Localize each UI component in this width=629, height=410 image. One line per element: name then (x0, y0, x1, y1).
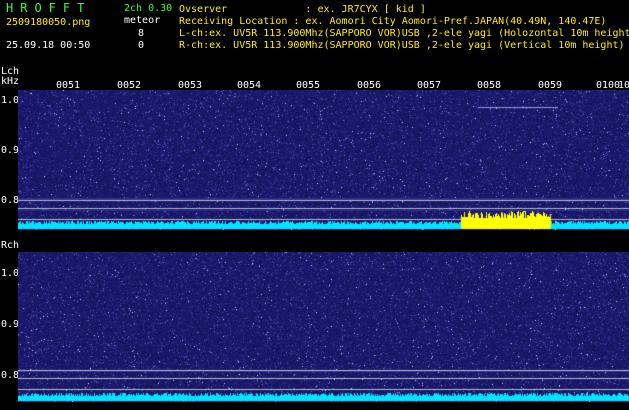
mode-label: meteor (124, 15, 161, 26)
lch-waterfall (18, 90, 629, 230)
lch-freq-0-9: 0.9 (1, 145, 20, 156)
rch-freq-0-9: 0.9 (1, 319, 20, 330)
rch-info-line: R-ch:ex. UV5R 113.900Mhz(SAPPORO VOR)USB… (179, 40, 625, 51)
lch-info-line: L-ch:ex. UV5R 113.900Mhz(SAPPORO VOR)USB… (179, 28, 629, 39)
lch-freq-1-0: 1.0 (1, 95, 20, 106)
rch-waterfall (18, 252, 629, 402)
lch-unit-label: kHz (1, 76, 20, 87)
filename-label: 2509180050.png (6, 17, 91, 28)
lch-freq-0-8: 0.8 (1, 195, 20, 206)
app-brand: HROFFT (6, 1, 92, 15)
rch-count: 0 (138, 40, 145, 51)
lch-count: 8 (138, 28, 145, 39)
datetime-label: 25.09.18 00:50 (6, 40, 91, 51)
location-line: Receiving Location : ex. Aomori City Aom… (179, 16, 607, 27)
rch-freq-1-0: 1.0 (1, 268, 20, 279)
rch-freq-0-8: 0.8 (1, 370, 20, 381)
hrofft-window: HROFFT 2ch 0.30 2509180050.png meteor 8 … (0, 0, 629, 410)
channel-mode-label: 2ch 0.30 (124, 3, 173, 14)
rch-label: Rch (1, 240, 20, 251)
observer-line: Ovserver : ex. JR7CYX [ kid ] (179, 4, 426, 15)
